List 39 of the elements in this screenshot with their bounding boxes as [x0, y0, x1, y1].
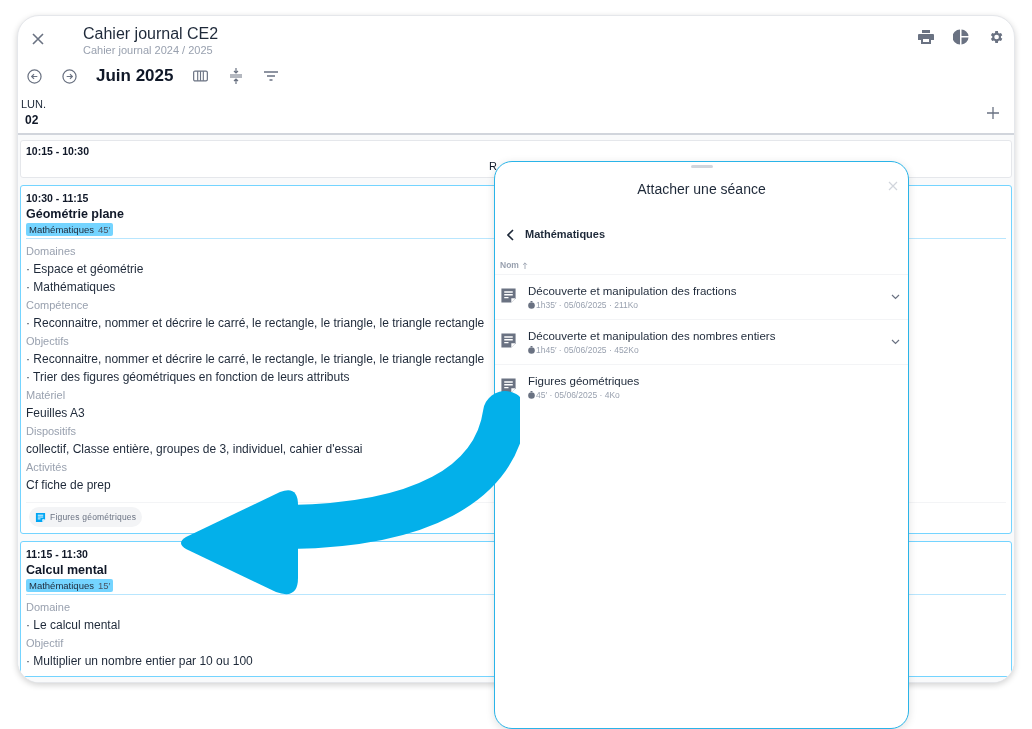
- window-subtitle: Cahier journal 2024 / 2025: [83, 43, 214, 57]
- section-label: Matériel: [26, 388, 66, 403]
- section-label: Domaine: [26, 600, 71, 615]
- subject-tag: Mathématiques 15′: [26, 579, 114, 592]
- section-text: Cf fiche de prep: [26, 477, 111, 494]
- sheet-title: Attacher une séance: [637, 179, 766, 199]
- section-text: collectif, Classe entière, groupes de 3, individuel, cahier d'essai: [26, 441, 363, 458]
- section-text: · Reconnaitre, nommer et décrire le carré, le rectangle, le triangle, le triangle rectangle: [26, 351, 485, 368]
- session-title: Figures géométriques: [528, 374, 640, 389]
- day-number: 02: [25, 112, 40, 129]
- section-label: Objectifs: [26, 334, 69, 349]
- section-text: · Le calcul mental: [26, 617, 121, 634]
- section-label: Activités: [26, 460, 67, 475]
- section-text: Feuilles A3: [26, 405, 85, 422]
- session-meta: 45′ · 05/06/2025 · 4Ko: [536, 389, 620, 401]
- section-label: Compétence: [26, 298, 89, 313]
- section-text: · Trier des figures géométriques en fonction de leurs attributs: [26, 369, 350, 386]
- section-text: · Espace et géométrie: [26, 261, 144, 278]
- time-label: 10:30 - 11:15: [26, 191, 89, 206]
- section-label: Domaines: [26, 244, 76, 259]
- lesson-title: Calcul mental: [26, 562, 108, 579]
- time-label: 11:15 - 11:30: [26, 547, 88, 562]
- weekday-label: LUN.: [21, 97, 47, 111]
- session-title: Découverte et manipulation des fractions: [528, 283, 737, 299]
- window-title: Cahier journal CE2: [83, 25, 219, 43]
- section-label: Objectif: [26, 636, 64, 651]
- section-text: · Multiplier un nombre entier par 10 ou 100: [26, 653, 253, 670]
- lesson-title: Géométrie plane: [26, 206, 124, 223]
- time-label: 10:15 - 10:30: [26, 144, 90, 159]
- section-text: · Reconnaitre, nommer et décrire le carré, le rectangle, le triangle, le triangle rectangle: [26, 315, 485, 332]
- folder-title: Mathématiques: [525, 227, 606, 243]
- session-title: Découverte et manipulation des nombres entiers: [528, 328, 776, 344]
- month-label: Juin 2025: [96, 65, 174, 88]
- session-meta: 1h45′ · 05/06/2025 · 452Ko: [536, 343, 639, 356]
- subject-tag: Mathématiques 45′: [26, 223, 114, 236]
- session-meta: 1h35′ · 05/06/2025 · 211Ko: [536, 298, 639, 311]
- section-label: Dispositifs: [26, 424, 77, 439]
- slot-label: R: [489, 159, 497, 173]
- section-text: · Mathématiques: [26, 279, 116, 296]
